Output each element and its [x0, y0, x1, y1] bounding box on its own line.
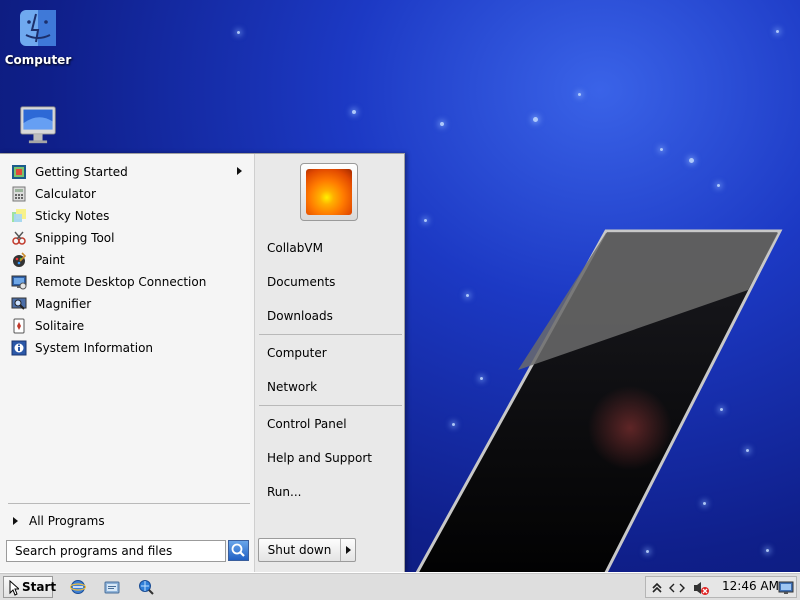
place-computer[interactable]: Computer	[267, 344, 327, 362]
program-getting-started[interactable]: Getting Started	[8, 161, 250, 183]
remote-desktop-icon	[11, 275, 27, 290]
programs-separator	[8, 503, 250, 504]
star-sparkle	[689, 158, 694, 163]
program-magnifier[interactable]: Magnifier	[8, 293, 250, 315]
user-picture-flower	[306, 169, 352, 215]
star-sparkle	[533, 117, 538, 122]
star-sparkle	[237, 31, 240, 34]
star-sparkle	[766, 549, 769, 552]
system-clock[interactable]: 12:46 AM	[722, 575, 779, 597]
chevron-right-icon	[346, 546, 351, 554]
search-input[interactable]	[6, 540, 226, 562]
place-user-folder[interactable]: CollabVM	[267, 239, 323, 257]
star-sparkle	[776, 30, 779, 33]
shutdown-button[interactable]: Shut down	[259, 539, 341, 561]
program-sticky-notes[interactable]: Sticky Notes	[8, 205, 250, 227]
expand-arrow-icon	[13, 517, 18, 525]
program-label: Snipping Tool	[35, 231, 115, 245]
star-sparkle	[424, 219, 427, 222]
place-help-support[interactable]: Help and Support	[267, 449, 372, 467]
star-sparkle	[746, 449, 749, 452]
internet-explorer-icon[interactable]	[70, 579, 86, 595]
desktop-icon-computer[interactable]: Computer	[0, 8, 76, 67]
star-sparkle	[466, 294, 469, 297]
star-sparkle	[646, 550, 649, 553]
paint-icon	[13, 252, 27, 267]
desktop-icon-label: Computer	[4, 53, 72, 67]
program-label: Getting Started	[35, 165, 128, 179]
snipping-tool-icon	[12, 231, 26, 245]
taskbar: Start	[0, 572, 800, 600]
place-network[interactable]: Network	[267, 378, 317, 396]
all-programs-button[interactable]: All Programs	[8, 510, 250, 532]
place-documents[interactable]: Documents	[267, 273, 335, 291]
mouse-cursor-icon	[9, 580, 19, 596]
program-paint[interactable]: Paint	[8, 249, 250, 271]
explorer-folder-icon[interactable]	[104, 579, 120, 595]
program-label: Calculator	[35, 187, 96, 201]
search-icon	[231, 543, 245, 557]
place-run[interactable]: Run...	[267, 483, 301, 501]
program-remote-desktop[interactable]: Remote Desktop Connection	[8, 271, 250, 293]
start-menu-programs-pane: Getting Started Calculator Sticky Notes …	[0, 154, 254, 573]
star-sparkle	[452, 423, 455, 426]
finder-face-icon	[20, 10, 56, 46]
all-programs-label: All Programs	[29, 514, 105, 528]
place-downloads[interactable]: Downloads	[267, 307, 333, 325]
program-calculator[interactable]: Calculator	[8, 183, 250, 205]
getting-started-icon	[12, 165, 26, 179]
user-avatar[interactable]	[300, 163, 358, 221]
star-sparkle	[556, 521, 559, 524]
solitaire-icon	[13, 318, 25, 334]
program-system-information[interactable]: System Information	[8, 337, 250, 359]
program-label: Magnifier	[35, 297, 92, 311]
shutdown-options-button[interactable]	[341, 539, 355, 561]
program-label: Sticky Notes	[35, 209, 110, 223]
place-control-panel[interactable]: Control Panel	[267, 415, 347, 433]
pinned-programs-list: Getting Started Calculator Sticky Notes …	[8, 161, 250, 359]
display-icon[interactable]	[778, 581, 794, 595]
magnifier-icon	[11, 297, 27, 310]
star-sparkle	[480, 377, 483, 380]
show-hidden-icons-icon[interactable]	[652, 581, 662, 593]
program-solitaire[interactable]: Solitaire	[8, 315, 250, 337]
search-globe-icon[interactable]	[138, 579, 154, 595]
submenu-arrow-icon	[237, 167, 242, 175]
star-sparkle	[440, 122, 444, 126]
program-label: Paint	[35, 253, 65, 267]
volume-muted-icon[interactable]	[692, 580, 710, 596]
places-separator	[259, 405, 402, 406]
system-information-icon	[11, 340, 27, 356]
star-sparkle	[352, 110, 356, 114]
sticky-notes-icon	[12, 209, 26, 222]
star-sparkle	[720, 408, 723, 411]
search-button[interactable]	[228, 540, 249, 561]
program-snipping-tool[interactable]: Snipping Tool	[8, 227, 250, 249]
program-label: System Information	[35, 341, 154, 355]
star-sparkle	[703, 502, 706, 505]
imac-monitor-icon	[20, 106, 56, 144]
places-separator	[259, 334, 402, 335]
desktop-icon-monitor[interactable]	[0, 105, 76, 150]
network-arrows-icon[interactable]	[668, 581, 686, 595]
calculator-icon	[12, 186, 26, 202]
star-sparkle	[717, 184, 720, 187]
shutdown-split-button: Shut down	[258, 538, 356, 562]
star-sparkle	[660, 148, 663, 151]
star-sparkle	[578, 93, 581, 96]
program-label: Remote Desktop Connection	[35, 275, 207, 289]
program-label: Solitaire	[35, 319, 85, 333]
